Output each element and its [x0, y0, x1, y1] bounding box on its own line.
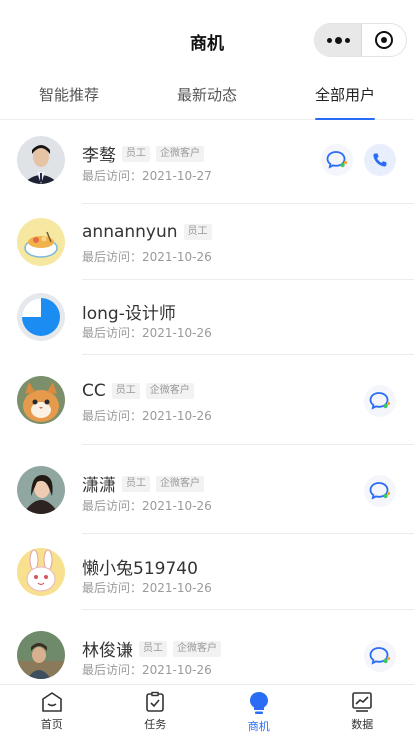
last-visit: 最后访问：2021-10-26: [82, 409, 212, 423]
task-icon: [146, 691, 165, 712]
tabbar-item-opportunity[interactable]: 商机: [207, 685, 311, 736]
user-name: long-设计师: [82, 304, 176, 324]
last-visit: 最后访问：2021-10-26: [82, 581, 212, 595]
list-item[interactable]: CC 员工 企微客户 最后访问：2021-10-26: [0, 355, 414, 445]
list-item[interactable]: long-设计师 最后访问：2021-10-26: [0, 279, 414, 355]
last-visit: 最后访问：2021-10-26: [82, 326, 212, 340]
tag-wecom-customer: 企微客户: [173, 640, 221, 657]
tag-employee: 员工: [183, 224, 212, 240]
user-name-line: CC 员工 企微客户: [82, 381, 200, 401]
avatar: [17, 466, 65, 514]
tag-employee: 员工: [139, 640, 167, 657]
tabbar-item-home[interactable]: 首页: [0, 685, 104, 736]
tabbar-label: 商机: [247, 720, 270, 733]
list-item[interactable]: 懒小兔519740 最后访问：2021-10-26: [0, 534, 414, 610]
tabbar-label: 任务: [144, 718, 167, 731]
tabbar-item-task[interactable]: 任务: [104, 685, 208, 736]
user-name: 林俊谦: [82, 641, 133, 661]
tabbar-item-data[interactable]: 数据: [311, 685, 414, 736]
user-name-line: annannyun 员工: [82, 222, 218, 242]
tag-wecom-customer: 企微客户: [145, 383, 194, 399]
last-visit: 最后访问：2021-10-26: [82, 499, 212, 513]
user-name-line: 林俊谦 员工 企微客户: [82, 636, 227, 661]
tabbar-label: 首页: [40, 718, 63, 731]
chat-button[interactable]: [364, 640, 396, 672]
tag-wecom-customer: 企微客户: [156, 475, 204, 492]
chart-icon: [352, 692, 373, 712]
home-icon: [41, 692, 62, 712]
user-rows-layer: annannyun 员工 最后访问：2021-10-26 long-设计师 最后…: [0, 0, 414, 684]
avatar: [17, 548, 65, 596]
user-name-line: 潇潇 员工 企微客户: [82, 471, 210, 496]
tabbar-label: 数据: [351, 718, 374, 731]
list-item[interactable]: 林俊谦 员工 企微客户 最后访问：2021-10-26: [0, 610, 414, 684]
user-name: CC: [82, 381, 106, 401]
bulb-icon: [249, 692, 268, 714]
bottom-tab-bar: 首页 任务 商机 数据: [0, 684, 414, 736]
last-visit: 最后访问：2021-10-26: [82, 663, 212, 677]
chat-button[interactable]: [364, 475, 396, 507]
chat-button[interactable]: [364, 385, 396, 417]
tag-employee: 员工: [111, 383, 140, 399]
tag-employee: 员工: [122, 475, 150, 492]
user-name: 懒小兔519740: [82, 559, 198, 579]
wecom-chat-icon: [369, 647, 391, 665]
last-visit: 最后访问：2021-10-26: [82, 250, 212, 264]
user-name: annannyun: [82, 222, 178, 242]
wecom-chat-icon: [369, 482, 391, 500]
list-item[interactable]: 潇潇 员工 企微客户 最后访问：2021-10-26: [0, 445, 414, 534]
user-name: 潇潇: [82, 476, 116, 496]
avatar: [17, 631, 65, 679]
wecom-chat-icon: [369, 392, 391, 410]
avatar: [17, 293, 65, 341]
avatar: [17, 376, 65, 424]
